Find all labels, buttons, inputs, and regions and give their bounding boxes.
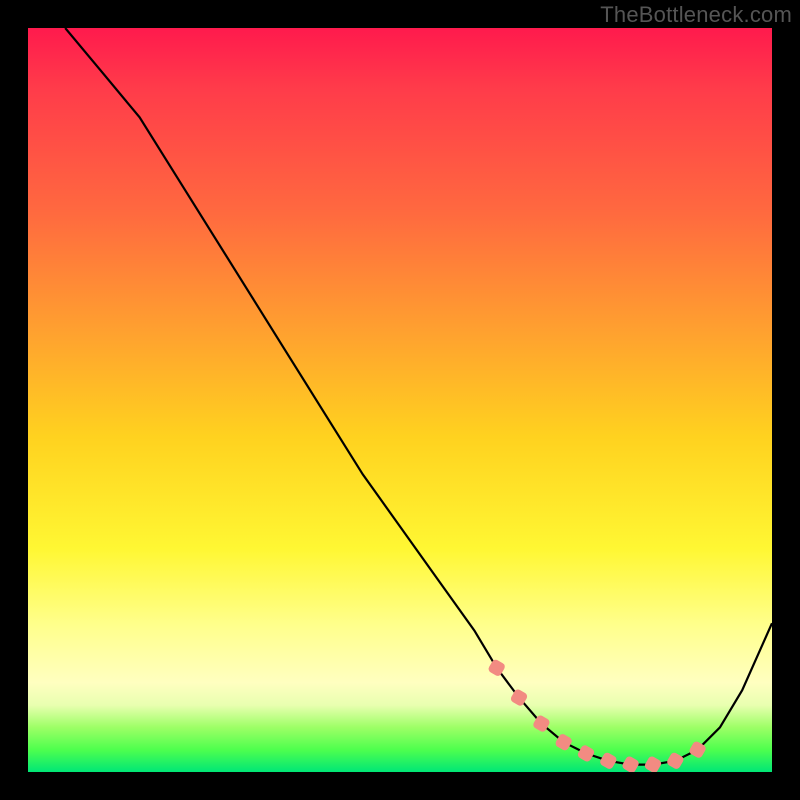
marker-point	[554, 733, 573, 752]
marker-point	[666, 751, 685, 770]
highlight-markers	[28, 28, 772, 772]
marker-point	[509, 688, 528, 707]
marker-point	[487, 658, 506, 677]
marker-point	[532, 714, 551, 733]
marker-point	[576, 744, 595, 763]
marker-point	[599, 751, 618, 770]
plot-area	[28, 28, 772, 772]
marker-point	[688, 740, 707, 759]
marker-point	[643, 755, 662, 772]
watermark-text: TheBottleneck.com	[600, 2, 792, 28]
chart-frame: TheBottleneck.com	[0, 0, 800, 800]
marker-point	[621, 755, 640, 772]
